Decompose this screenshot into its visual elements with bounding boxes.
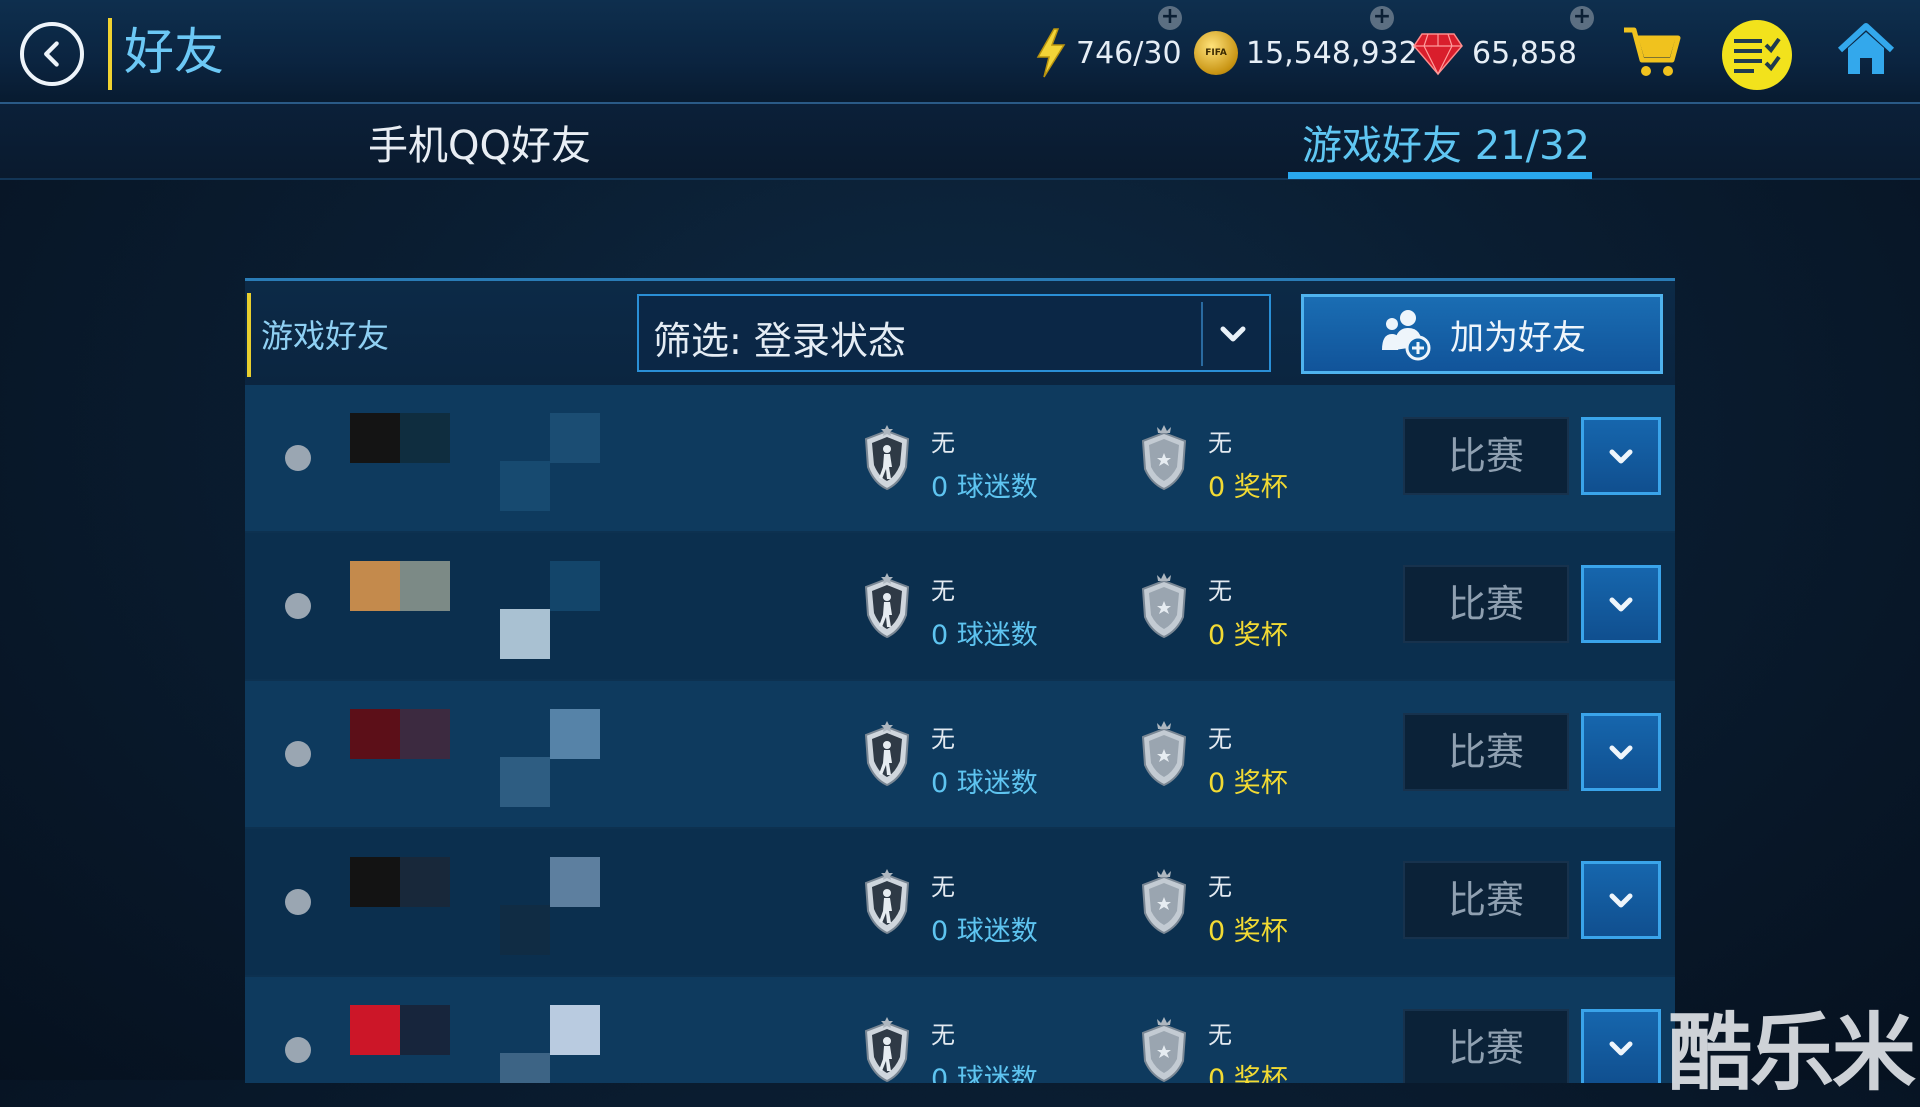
fans-count: 0 球迷数: [931, 768, 1038, 799]
row-options-button[interactable]: [1581, 565, 1661, 643]
cups-status: 无: [1208, 873, 1232, 901]
energy-value: 746/30: [1076, 35, 1182, 71]
friend-row: 无 0 球迷数 无 0 奖杯 比赛: [245, 681, 1675, 827]
friend-row: 无 0 球迷数 无 0 奖杯 比赛: [245, 977, 1675, 1083]
add-friend-button[interactable]: 加为好友: [1301, 294, 1663, 374]
tab-qq-friends[interactable]: 手机QQ好友: [368, 116, 591, 176]
friend-row: 无 0 球迷数 无 0 奖杯 比赛: [245, 829, 1675, 975]
friend-row: 无 0 球迷数 无 0 奖杯 比赛: [245, 385, 1675, 531]
cups-count: 0 奖杯: [1208, 768, 1288, 799]
online-status-dot: [285, 889, 311, 915]
online-status-dot: [285, 1037, 311, 1063]
cups-count: 0 奖杯: [1208, 1064, 1288, 1083]
fans-shield-icon: [864, 1017, 910, 1083]
row-options-button[interactable]: [1581, 417, 1661, 495]
fans-shield-icon: [864, 425, 910, 491]
add-energy-button[interactable]: +: [1158, 6, 1182, 30]
cup-shield-icon: [1141, 425, 1187, 491]
cup-shield-icon: [1141, 1017, 1187, 1083]
fans-shield-icon: [864, 721, 910, 787]
cups-status: 无: [1208, 577, 1232, 605]
tab-bar: 手机QQ好友 游戏好友 21/32: [0, 104, 1920, 180]
active-tab-indicator: [1288, 172, 1592, 179]
fans-status: 无: [931, 577, 955, 605]
checklist-icon: [1734, 37, 1781, 73]
cups-count: 0 奖杯: [1208, 916, 1288, 947]
back-button[interactable]: [20, 22, 84, 86]
filter-dropdown[interactable]: 筛选: 登录状态: [637, 294, 1271, 372]
match-button[interactable]: 比赛: [1403, 713, 1569, 791]
gem-counter: 65,858: [1412, 28, 1577, 78]
fans-count: 0 球迷数: [931, 1064, 1038, 1083]
cups-status: 无: [1208, 725, 1232, 753]
panel-title: 游戏好友: [261, 317, 390, 355]
chevron-down-icon: [1609, 893, 1633, 908]
page-title: 好友: [124, 23, 224, 81]
chevron-left-icon: [44, 41, 59, 67]
home-icon[interactable]: [1836, 20, 1896, 80]
add-friend-label: 加为好友: [1450, 317, 1586, 358]
fans-shield-icon: [864, 573, 910, 639]
tab-game-friends[interactable]: 游戏好友 21/32: [1302, 116, 1590, 176]
coin-counter: FIFA 15,548,932: [1194, 28, 1418, 78]
header-accent: [247, 293, 251, 377]
cups-status: 无: [1208, 429, 1232, 457]
fans-status: 无: [931, 429, 955, 457]
fans-count: 0 球迷数: [931, 472, 1038, 503]
fans-status: 无: [931, 873, 955, 901]
top-bar: 好友 746/30 + FIFA 15,548,932 + 65,858 +: [0, 0, 1920, 104]
coins-value: 15,548,932: [1246, 35, 1418, 71]
cup-shield-icon: [1141, 573, 1187, 639]
cups-count: 0 奖杯: [1208, 472, 1288, 503]
energy-counter: 746/30: [1034, 28, 1182, 78]
fans-count: 0 球迷数: [931, 916, 1038, 947]
fans-status: 无: [931, 1021, 955, 1049]
match-button[interactable]: 比赛: [1403, 861, 1569, 939]
online-status-dot: [285, 445, 311, 471]
friends-panel: 游戏好友 筛选: 登录状态 加为好友 无 0 球迷数 无 0 奖杯 比赛 无 0…: [245, 278, 1675, 1083]
add-gems-button[interactable]: +: [1570, 6, 1594, 30]
add-friend-icon: [1382, 310, 1431, 361]
cup-shield-icon: [1141, 869, 1187, 935]
chevron-down-icon: [1609, 597, 1633, 612]
gem-icon: [1413, 33, 1463, 76]
watermark: 酷乐米: [1668, 1004, 1916, 1102]
row-options-button[interactable]: [1581, 1009, 1661, 1083]
title-divider: [108, 18, 112, 90]
chevron-down-icon: [1609, 449, 1633, 464]
lightning-icon: [1036, 28, 1066, 78]
online-status-dot: [285, 741, 311, 767]
friend-row: 无 0 球迷数 无 0 奖杯 比赛: [245, 533, 1675, 679]
row-options-button[interactable]: [1581, 861, 1661, 939]
tasks-button[interactable]: [1722, 20, 1792, 90]
fans-status: 无: [931, 725, 955, 753]
cart-icon[interactable]: [1620, 20, 1682, 82]
row-options-button[interactable]: [1581, 713, 1661, 791]
match-button[interactable]: 比赛: [1403, 1009, 1569, 1083]
cups-status: 无: [1208, 1021, 1232, 1049]
chevron-down-icon: [1220, 326, 1246, 342]
filter-divider: [1201, 302, 1203, 366]
chevron-down-icon: [1609, 745, 1633, 760]
match-button[interactable]: 比赛: [1403, 417, 1569, 495]
gems-value: 65,858: [1472, 35, 1577, 71]
match-button[interactable]: 比赛: [1403, 565, 1569, 643]
fans-shield-icon: [864, 869, 910, 935]
coin-icon: FIFA: [1194, 31, 1238, 75]
panel-header: 游戏好友 筛选: 登录状态 加为好友: [245, 281, 1675, 385]
fans-count: 0 球迷数: [931, 620, 1038, 651]
add-coins-button[interactable]: +: [1370, 6, 1394, 30]
filter-label: 筛选: 登录状态: [653, 319, 906, 363]
chevron-down-icon: [1609, 1041, 1633, 1056]
cups-count: 0 奖杯: [1208, 620, 1288, 651]
cup-shield-icon: [1141, 721, 1187, 787]
online-status-dot: [285, 593, 311, 619]
